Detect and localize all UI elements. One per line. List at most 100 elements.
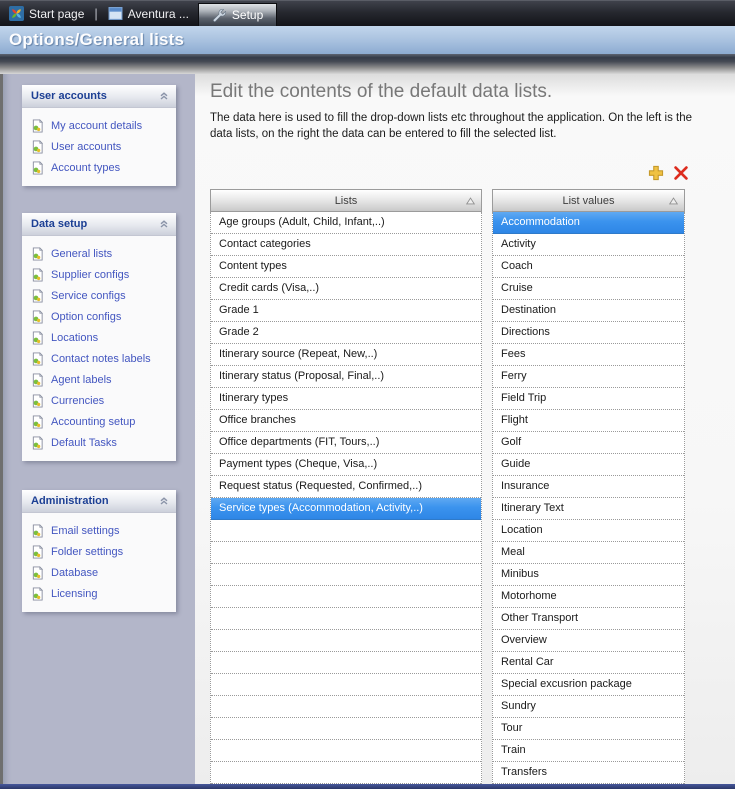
sidebar-item-service-configs[interactable]: Service configs bbox=[22, 285, 176, 306]
lists-row[interactable]: Payment types (Cheque, Visa,..) bbox=[211, 454, 481, 476]
lists-row[interactable]: Grade 2 bbox=[211, 322, 481, 344]
sidebar-item-label: Supplier configs bbox=[51, 269, 129, 281]
values-row[interactable]: Overview bbox=[493, 630, 684, 652]
tab-start-page[interactable]: Start page bbox=[0, 1, 93, 26]
lists-row[interactable]: Office departments (FIT, Tours,..) bbox=[211, 432, 481, 454]
lists-row[interactable]: Itinerary source (Repeat, New,..) bbox=[211, 344, 481, 366]
sidebar-item-licensing[interactable]: Licensing bbox=[22, 583, 176, 604]
sidebar-item-label: My account details bbox=[51, 120, 142, 132]
values-row[interactable]: Location bbox=[493, 520, 684, 542]
sort-ascending-icon bbox=[466, 197, 475, 205]
lists-row[interactable]: Credit cards (Visa,..) bbox=[211, 278, 481, 300]
window-icon bbox=[108, 6, 123, 21]
values-row[interactable]: Other Transport bbox=[493, 608, 684, 630]
sidebar-item-account-types[interactable]: Account types bbox=[22, 157, 176, 178]
content-area: User accounts My account details User ac… bbox=[0, 74, 735, 784]
section-header-administration[interactable]: Administration bbox=[22, 490, 176, 513]
window-bottom-edge bbox=[0, 784, 735, 789]
values-row[interactable]: Fees bbox=[493, 344, 684, 366]
document-icon bbox=[31, 161, 44, 175]
page-description: The data here is used to fill the drop-d… bbox=[210, 110, 717, 142]
values-row[interactable]: Motorhome bbox=[493, 586, 684, 608]
document-icon bbox=[31, 373, 44, 387]
lists-row-empty bbox=[211, 608, 481, 630]
sidebar-item-default-tasks[interactable]: Default Tasks bbox=[22, 432, 176, 453]
tab-aventura[interactable]: Aventura ... bbox=[99, 1, 198, 26]
lists-row[interactable]: Contact categories bbox=[211, 234, 481, 256]
lists-column-header[interactable]: Lists bbox=[210, 189, 482, 212]
lists-row[interactable]: Age groups (Adult, Child, Infant,..) bbox=[211, 212, 481, 234]
values-row[interactable]: Flight bbox=[493, 410, 684, 432]
sidebar-item-label: Accounting setup bbox=[51, 416, 135, 428]
lists-row[interactable]: Office branches bbox=[211, 410, 481, 432]
section-title: Data setup bbox=[31, 218, 87, 230]
sidebar-item-option-configs[interactable]: Option configs bbox=[22, 306, 176, 327]
sidebar-item-database[interactable]: Database bbox=[22, 562, 176, 583]
document-icon bbox=[31, 587, 44, 601]
sidebar-item-label: Licensing bbox=[51, 588, 97, 600]
lists-row[interactable]: Grade 1 bbox=[211, 300, 481, 322]
values-row[interactable]: Guide bbox=[493, 454, 684, 476]
sidebar-item-my-account-details[interactable]: My account details bbox=[22, 115, 176, 136]
values-row[interactable]: Insurance bbox=[493, 476, 684, 498]
values-row[interactable]: Cruise bbox=[493, 278, 684, 300]
values-row[interactable]: Ferry bbox=[493, 366, 684, 388]
values-row[interactable]: Field Trip bbox=[493, 388, 684, 410]
delete-value-button[interactable] bbox=[672, 164, 690, 182]
values-row[interactable]: Tour bbox=[493, 718, 684, 740]
tab-setup[interactable]: Setup bbox=[198, 3, 277, 27]
column-header-label: List values bbox=[563, 195, 615, 207]
values-row[interactable]: Transfers bbox=[493, 762, 684, 784]
lists-row[interactable]: Itinerary status (Proposal, Final,..) bbox=[211, 366, 481, 388]
values-row[interactable]: Meal bbox=[493, 542, 684, 564]
values-row[interactable]: Rental Car bbox=[493, 652, 684, 674]
document-icon bbox=[31, 352, 44, 366]
add-value-button[interactable] bbox=[647, 164, 665, 182]
document-icon bbox=[31, 140, 44, 154]
lists-row-selected[interactable]: Service types (Accommodation, Activity,.… bbox=[211, 498, 481, 520]
sidebar-item-user-accounts[interactable]: User accounts bbox=[22, 136, 176, 157]
lists-row-empty bbox=[211, 586, 481, 608]
main-panel: Edit the contents of the default data li… bbox=[195, 74, 735, 784]
lists-row[interactable]: Request status (Requested, Confirmed,..) bbox=[211, 476, 481, 498]
values-row[interactable]: Minibus bbox=[493, 564, 684, 586]
sidebar-item-label: Folder settings bbox=[51, 546, 123, 558]
document-icon bbox=[31, 247, 44, 261]
values-row[interactable]: Itinerary Text bbox=[493, 498, 684, 520]
section-header-user-accounts[interactable]: User accounts bbox=[22, 85, 176, 108]
collapse-icon[interactable] bbox=[159, 91, 169, 101]
sidebar-item-label: Account types bbox=[51, 162, 120, 174]
start-page-icon bbox=[9, 6, 24, 21]
values-row[interactable]: Sundry bbox=[493, 696, 684, 718]
collapse-icon[interactable] bbox=[159, 219, 169, 229]
sidebar-item-contact-notes-labels[interactable]: Contact notes labels bbox=[22, 348, 176, 369]
sidebar-item-email-settings[interactable]: Email settings bbox=[22, 520, 176, 541]
collapse-icon[interactable] bbox=[159, 496, 169, 506]
list-values-column-header[interactable]: List values bbox=[492, 189, 685, 212]
sidebar-item-agent-labels[interactable]: Agent labels bbox=[22, 369, 176, 390]
values-row[interactable]: Special excusrion package bbox=[493, 674, 684, 696]
sidebar-item-locations[interactable]: Locations bbox=[22, 327, 176, 348]
values-row[interactable]: Directions bbox=[493, 322, 684, 344]
sidebar-item-supplier-configs[interactable]: Supplier configs bbox=[22, 264, 176, 285]
sidebar-item-currencies[interactable]: Currencies bbox=[22, 390, 176, 411]
section-title: Administration bbox=[31, 495, 109, 507]
values-row-selected[interactable]: Accommodation bbox=[493, 212, 684, 234]
page-title: Options/General lists bbox=[9, 30, 184, 50]
values-row[interactable]: Golf bbox=[493, 432, 684, 454]
values-row[interactable]: Coach bbox=[493, 256, 684, 278]
lists-row[interactable]: Itinerary types bbox=[211, 388, 481, 410]
lists-row[interactable]: Content types bbox=[211, 256, 481, 278]
sidebar-item-folder-settings[interactable]: Folder settings bbox=[22, 541, 176, 562]
sidebar-item-accounting-setup[interactable]: Accounting setup bbox=[22, 411, 176, 432]
list-values-table-body: Accommodation Activity Coach Cruise Dest… bbox=[492, 212, 685, 784]
section-header-data-setup[interactable]: Data setup bbox=[22, 213, 176, 236]
values-row[interactable]: Activity bbox=[493, 234, 684, 256]
page-heading: Edit the contents of the default data li… bbox=[210, 81, 552, 103]
lists-row-empty bbox=[211, 542, 481, 564]
values-row[interactable]: Destination bbox=[493, 300, 684, 322]
sidebar-section-data-setup: Data setup General lists Supplier config… bbox=[22, 213, 176, 461]
values-row[interactable]: Train bbox=[493, 740, 684, 762]
sidebar-item-general-lists[interactable]: General lists bbox=[22, 243, 176, 264]
sidebar-item-label: Option configs bbox=[51, 311, 121, 323]
